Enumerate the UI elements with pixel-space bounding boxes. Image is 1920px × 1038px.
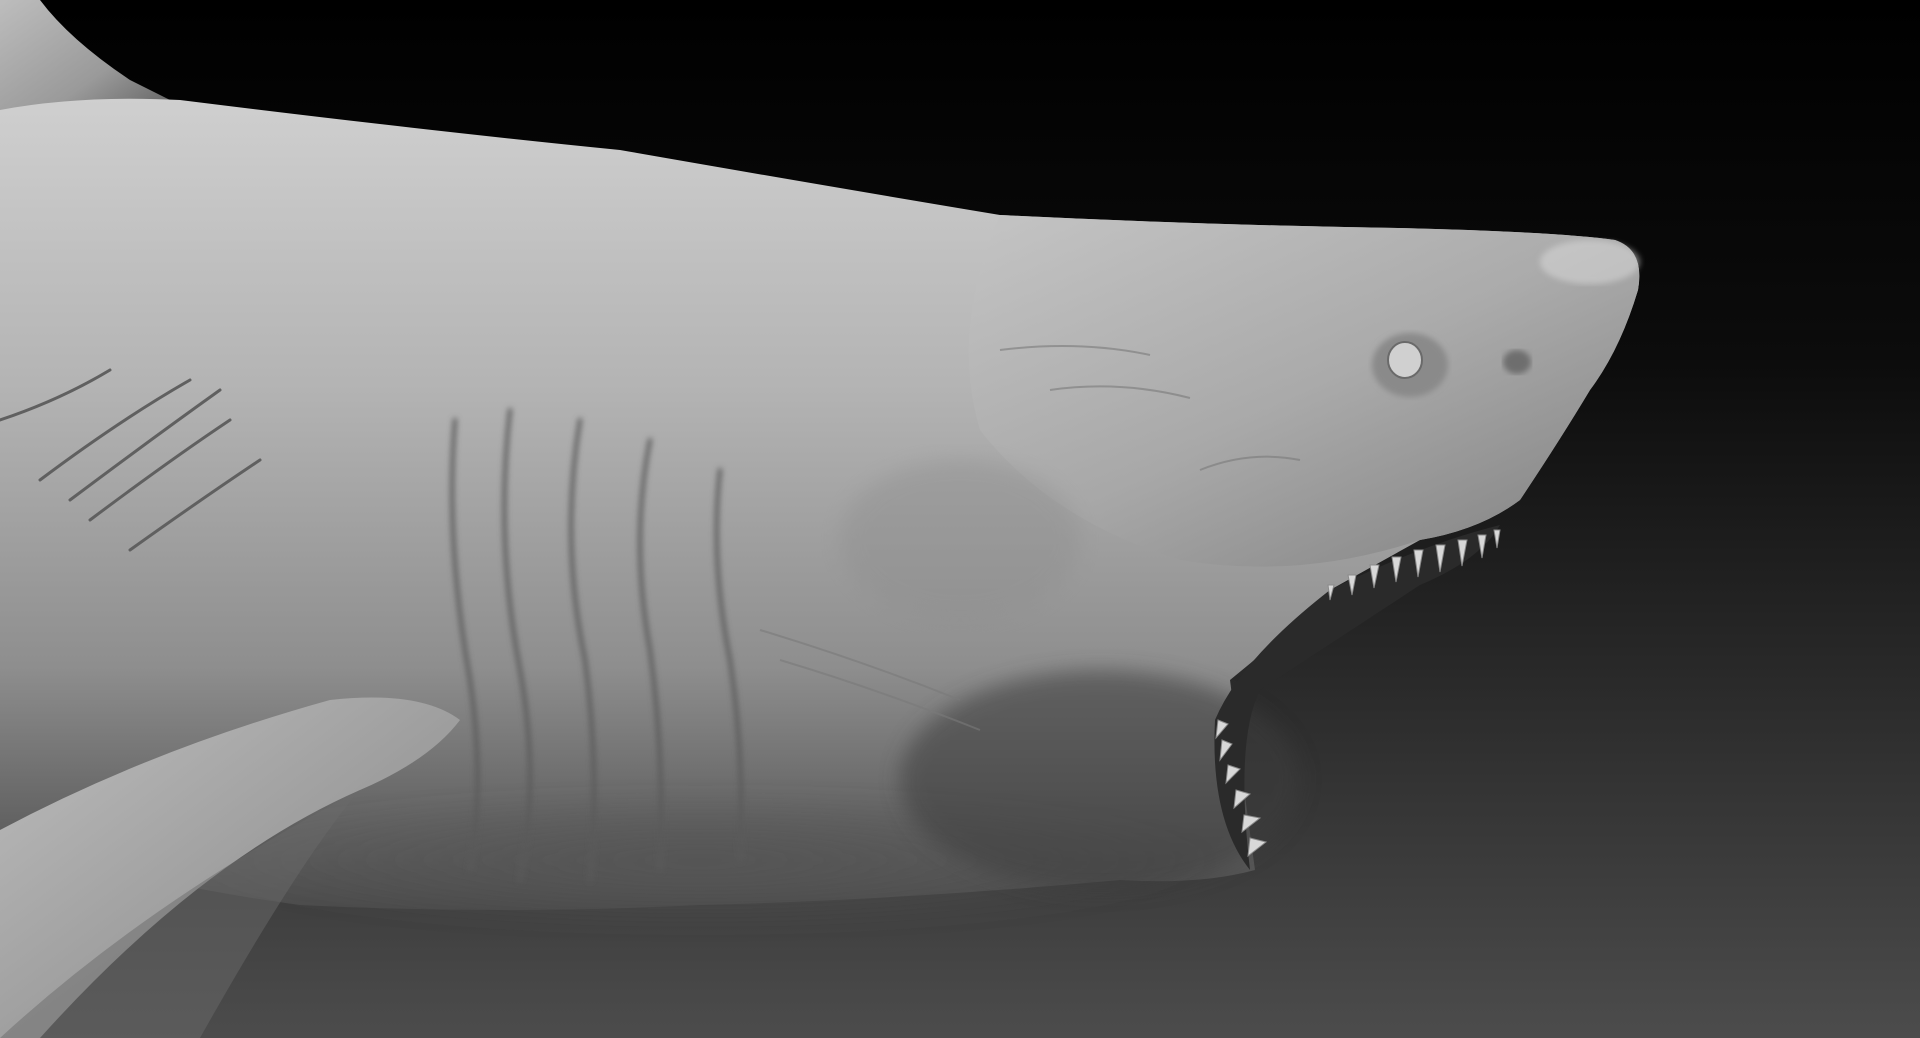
sculpt-viewport <box>0 0 1920 1038</box>
cheek-bulge <box>840 460 1080 620</box>
nostril <box>1503 350 1531 374</box>
snout-highlight <box>1540 240 1640 284</box>
shark-render <box>0 0 1920 1038</box>
eye <box>1387 341 1423 379</box>
